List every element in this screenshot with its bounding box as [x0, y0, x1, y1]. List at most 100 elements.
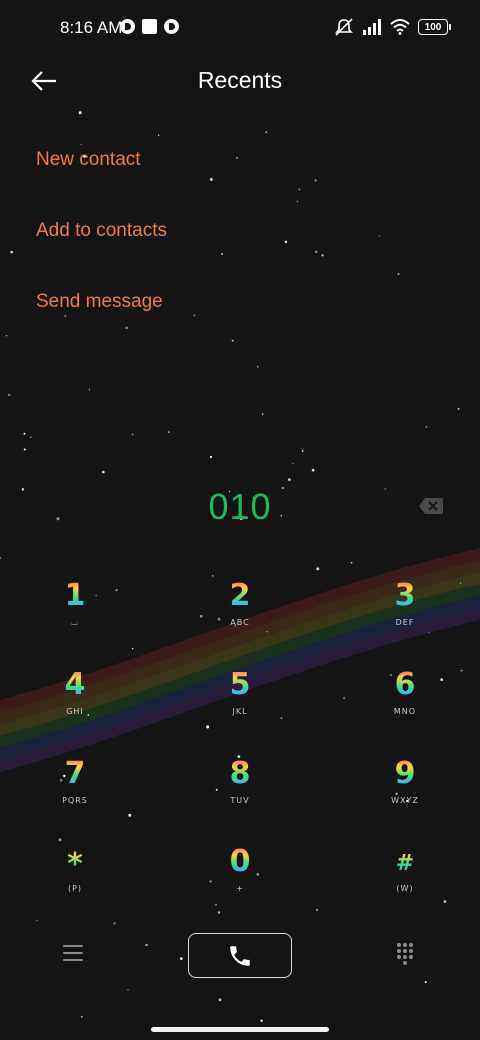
star-dot — [284, 240, 288, 244]
key-0[interactable]: 0 + — [180, 844, 300, 914]
key-letters: (W) — [396, 884, 414, 893]
star-dot — [5, 334, 8, 337]
star-dot — [36, 919, 38, 922]
star-dot — [80, 1015, 83, 1018]
key-3[interactable]: 3 DEF — [345, 578, 465, 648]
star-dot — [261, 413, 264, 415]
star-dot — [10, 250, 14, 254]
star-dot — [292, 462, 294, 465]
key-letters: GHI — [66, 707, 84, 716]
key-digit: 9 — [345, 756, 465, 792]
header: Recents — [0, 56, 480, 106]
star-dot — [256, 365, 259, 368]
star-dot — [288, 478, 291, 481]
key-letters: (P) — [67, 884, 83, 893]
key-digit: * — [15, 844, 135, 882]
page-title: Recents — [197, 67, 283, 93]
mute-icon — [335, 18, 353, 36]
backspace-icon[interactable] — [418, 497, 444, 515]
home-indicator[interactable] — [151, 1027, 329, 1032]
status-system-icons: 100 — [334, 18, 451, 36]
star-dot — [209, 455, 213, 459]
star-dot — [29, 436, 32, 439]
star-dot — [301, 450, 304, 452]
star-dot — [221, 252, 224, 256]
key-digit: 2 — [180, 578, 300, 614]
star-dot — [131, 433, 134, 436]
new-contact-link[interactable]: New contact — [36, 146, 167, 217]
star-dot — [236, 157, 238, 159]
battery-icon: 100 — [418, 19, 451, 35]
star-dot — [88, 389, 91, 391]
star-dot — [0, 557, 2, 560]
star-dot — [397, 273, 400, 276]
star-dot — [102, 470, 105, 474]
key-star[interactable]: * (P) — [15, 844, 135, 914]
key-7[interactable]: 7 PQRS — [15, 756, 135, 826]
key-digit: 6 — [345, 667, 465, 703]
key-digit: 4 — [15, 667, 135, 703]
key-digit: 7 — [15, 756, 135, 792]
star-dot — [260, 1019, 263, 1022]
star-dot — [131, 647, 134, 650]
bottom-action-bar — [0, 932, 480, 978]
notification-icon — [120, 19, 135, 34]
star-dot — [80, 143, 82, 146]
star-dot — [127, 989, 129, 991]
status-bar: 8:16 AM 100 — [0, 0, 480, 56]
dialpad-icon[interactable] — [397, 943, 417, 967]
star-dot — [209, 177, 213, 181]
key-9[interactable]: 9 WXYZ — [345, 756, 465, 826]
key-hash[interactable]: # (W) — [345, 844, 465, 914]
star-dot — [23, 432, 26, 435]
star-dot — [321, 254, 324, 257]
star-dot — [350, 561, 353, 564]
key-letters: MNO — [393, 707, 417, 716]
key-letters: DEF — [395, 618, 415, 627]
status-time: 8:16 AM — [60, 18, 123, 37]
key-5[interactable]: 5 JKL — [180, 667, 300, 737]
key-letters: TUV — [230, 796, 250, 805]
key-digit: 1 — [15, 578, 135, 614]
key-8[interactable]: 8 TUV — [180, 756, 300, 826]
phone-icon — [230, 945, 250, 966]
key-digit: 3 — [345, 578, 465, 614]
key-2[interactable]: 2 ABC — [180, 578, 300, 648]
dialed-number: 010 — [208, 486, 272, 527]
key-digit: 8 — [180, 756, 300, 792]
signal-icon — [363, 19, 381, 35]
wifi-icon — [390, 19, 410, 35]
key-letters: PQRS — [62, 796, 88, 805]
star-dot — [158, 134, 160, 136]
key-digit: 0 — [180, 844, 300, 880]
star-dot — [193, 314, 196, 317]
square-notification-icon — [142, 19, 157, 34]
notification-icon — [164, 19, 179, 34]
star-dot — [296, 200, 299, 203]
key-digit: # — [345, 844, 465, 880]
star-dot — [314, 179, 317, 182]
star-dot — [298, 188, 301, 191]
star-dot — [314, 250, 318, 254]
star-dot — [311, 468, 315, 472]
key-letters: ABC — [230, 618, 250, 627]
key-1[interactable]: 1 ⌴ — [15, 578, 135, 648]
key-6[interactable]: 6 MNO — [345, 667, 465, 737]
key-letters: + — [236, 884, 244, 893]
star-dot — [113, 922, 116, 925]
star-dot — [168, 431, 170, 433]
star-dot — [378, 234, 381, 237]
star-dot — [218, 998, 222, 1002]
key-4[interactable]: 4 GHI — [15, 667, 135, 737]
star-dot — [23, 448, 26, 451]
star-dot — [316, 909, 318, 911]
add-to-contacts-link[interactable]: Add to contacts — [36, 217, 167, 288]
call-button[interactable] — [188, 933, 292, 978]
star-dot — [58, 838, 62, 842]
star-dot — [457, 407, 460, 410]
send-message-link[interactable]: Send message — [36, 288, 167, 359]
status-notifications — [120, 19, 179, 34]
hamburger-menu-icon[interactable] — [63, 945, 83, 963]
star-dot — [316, 567, 320, 571]
key-letters: WXYZ — [391, 796, 419, 805]
